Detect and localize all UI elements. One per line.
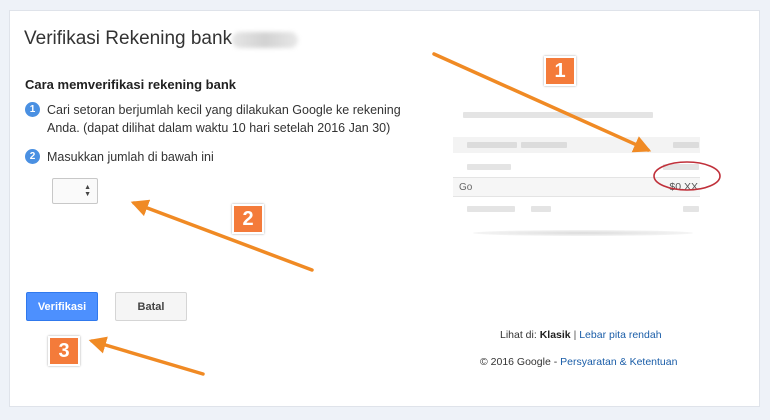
- statement-bar: [521, 142, 567, 148]
- statement-bar: [463, 112, 653, 118]
- statement-bar: [663, 164, 699, 170]
- view-mode-links: Lihat di: Klasik | Lebar pita rendah: [500, 329, 662, 341]
- amount-stepper[interactable]: ▲ ▼: [52, 178, 98, 204]
- page-title: Verifikasi Rekening bank: [24, 28, 233, 49]
- statement-row-go: Go $0.XX: [453, 177, 700, 197]
- copyright-text: © 2016 Google -: [480, 356, 558, 368]
- annotation-badge-2: 2: [232, 204, 264, 234]
- statement-row-label: Go: [459, 182, 473, 193]
- step-1-number-icon: 1: [25, 102, 40, 117]
- verification-card: Verifikasi Rekening bank Cara memverifik…: [9, 10, 760, 407]
- annotation-badge-1: 1: [544, 56, 576, 86]
- annotation-badge-3: 3: [48, 336, 80, 366]
- step-2: 2 Masukkan jumlah di bawah ini: [25, 148, 425, 166]
- cancel-button[interactable]: Batal: [115, 292, 187, 321]
- step-2-number-icon: 2: [25, 149, 40, 164]
- view-prefix: Lihat di:: [500, 329, 537, 341]
- view-separator: |: [573, 329, 577, 341]
- step-1: 1 Cari setoran berjumlah kecil yang dila…: [25, 101, 425, 137]
- statement-bar: [467, 164, 511, 170]
- step-2-text: Masukkan jumlah di bawah ini: [47, 150, 214, 164]
- statement-amount: $0.XX: [669, 181, 698, 193]
- instructions-heading: Cara memverifikasi rekening bank: [25, 77, 236, 92]
- redacted-account-name: [232, 32, 298, 48]
- statement-bar: [467, 206, 515, 212]
- step-1-text: Cari setoran berjumlah kecil yang dilaku…: [47, 103, 401, 135]
- terms-link[interactable]: Persyaratan & Ketentuan: [560, 356, 677, 368]
- view-low-bandwidth-link[interactable]: Lebar pita rendah: [579, 329, 661, 341]
- bank-statement-example: Go $0.XX: [453, 110, 700, 240]
- statement-bar: [531, 206, 551, 212]
- statement-bar: [683, 206, 699, 212]
- view-classic-link[interactable]: Klasik: [540, 329, 571, 341]
- stepper-arrows-icon[interactable]: ▲ ▼: [84, 184, 91, 198]
- statement-bar: [467, 142, 517, 148]
- footer: © 2016 Google - Persyaratan & Ketentuan: [480, 356, 677, 368]
- verify-button[interactable]: Verifikasi: [26, 292, 98, 321]
- statement-bar: [673, 142, 699, 148]
- statement-shadow: [473, 230, 693, 236]
